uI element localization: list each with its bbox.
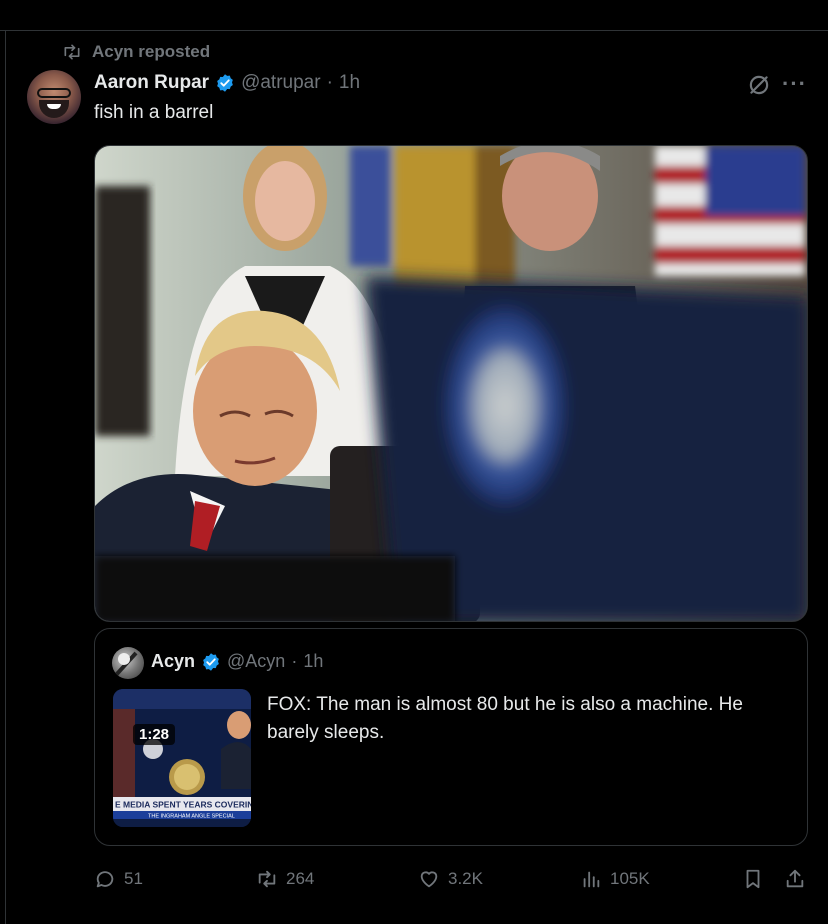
views-button[interactable]: 105K xyxy=(580,864,650,894)
tweet-text: fish in a barrel xyxy=(94,102,214,123)
tweet-header: Aaron Rupar @atrupar · 1h xyxy=(94,72,360,94)
repost-button[interactable]: 264 xyxy=(256,864,314,894)
repost-count: 264 xyxy=(286,869,315,888)
quoted-tweet-header: Acyn @Acyn · 1h xyxy=(151,651,323,672)
quoted-time-separator: · xyxy=(291,651,298,671)
video-thumbnail-image: E MEDIA SPENT YEARS COVERING FO THE INGR… xyxy=(113,689,251,827)
video-duration: 1:28 xyxy=(133,724,176,745)
quoted-tweet-time[interactable]: 1h xyxy=(303,651,323,672)
quoted-author-handle[interactable]: @Acyn xyxy=(227,651,285,672)
time-separator: · xyxy=(326,72,333,93)
author-handle[interactable]: @atrupar xyxy=(241,72,321,94)
reply-button[interactable]: 51 xyxy=(94,864,143,894)
quoted-avatar-image xyxy=(114,651,138,677)
photo-image xyxy=(95,146,807,621)
like-count: 3.2K xyxy=(448,869,483,888)
tweet-time[interactable]: 1h xyxy=(339,72,360,94)
quoted-video-thumbnail[interactable]: E MEDIA SPENT YEARS COVERING FO THE INGR… xyxy=(113,689,251,827)
author-avatar[interactable] xyxy=(27,70,81,124)
repost-icon xyxy=(64,44,80,60)
timeline-left-border xyxy=(5,30,6,924)
bookmark-icon xyxy=(746,869,760,889)
views-count: 105K xyxy=(610,869,650,888)
repost-indicator[interactable]: Acyn reposted xyxy=(62,42,210,62)
share-button[interactable] xyxy=(784,864,806,894)
grok-icon[interactable] xyxy=(746,72,772,98)
author-name[interactable]: Aaron Rupar xyxy=(94,72,209,94)
quoted-verified-badge-icon xyxy=(203,652,219,671)
thumb-caption: E MEDIA SPENT YEARS COVERING FO xyxy=(115,800,251,810)
tweet-photo[interactable] xyxy=(94,145,808,622)
quoted-author-avatar[interactable] xyxy=(112,647,144,679)
quoted-tweet[interactable]: Acyn @Acyn · 1h E MEDIA SPENT YEARS COVE… xyxy=(94,628,808,846)
repost-label: Acyn reposted xyxy=(92,42,211,61)
repost-action-icon xyxy=(258,870,276,888)
share-icon xyxy=(786,869,804,888)
thumb-subcaption: THE INGRAHAM ANGLE SPECIAL xyxy=(148,814,235,820)
bookmark-button[interactable] xyxy=(742,864,764,894)
quoted-author-name[interactable]: Acyn xyxy=(151,651,195,672)
heart-icon xyxy=(420,871,438,888)
timeline-top-border xyxy=(0,30,828,31)
reply-count: 51 xyxy=(124,869,143,888)
reply-icon xyxy=(96,871,114,888)
like-button[interactable]: 3.2K xyxy=(418,864,483,894)
views-icon xyxy=(583,871,600,888)
quoted-tweet-text: FOX: The man is almost 80 but he is also… xyxy=(267,694,743,743)
verified-badge-icon xyxy=(217,74,233,92)
more-options-icon[interactable]: ··· xyxy=(782,73,807,95)
tweet-actions: 51 264 3.2K 105K xyxy=(94,864,814,894)
